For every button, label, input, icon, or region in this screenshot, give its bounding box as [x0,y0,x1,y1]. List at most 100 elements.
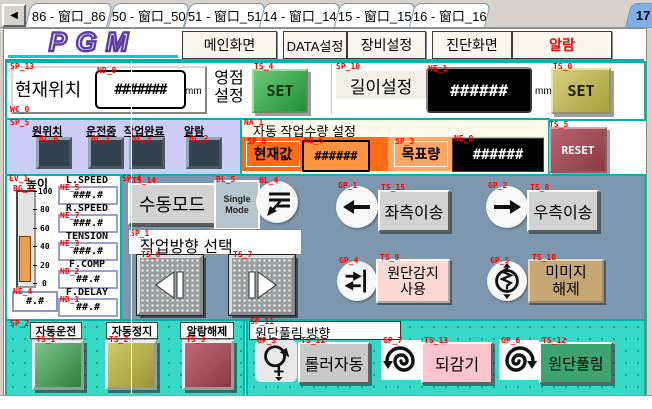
roller-auto-icon [255,340,297,382]
tag-ts7: TS_7 [233,251,252,259]
tag-bl2: BL_2 [189,135,208,143]
pgm-logo: PGM [10,30,176,55]
length-unit: mm [535,86,552,97]
tag-ne5: NE_5 [60,184,79,192]
length-display: ###### [426,67,532,113]
editor-guide-line [131,61,132,394]
tag-sp3: SP_3 [395,138,414,146]
tag-gp6: GP_6 [501,337,520,345]
gauge-tick [33,228,37,229]
gauge-tick [33,209,37,210]
tag-bl3: BL_3 [132,135,151,143]
tag-ts4: TS_4 [254,63,273,71]
tag-sp2: SP_2 [10,320,29,328]
tag-ts13: TS_13 [424,337,448,345]
tag-ts8: TS_8 [530,184,549,192]
gauge-scale-60: 60 [40,224,50,233]
tab-window-51[interactable]: 51 - 窗口_51 [184,3,266,27]
right-feed-icon [486,186,528,228]
menu-equipment-button[interactable]: 장비설정 [347,31,426,59]
length-set-label: 길이설정 [336,71,426,99]
reset-button[interactable]: RESET [549,127,607,173]
tab-window-16[interactable]: 16 - 窗口_16 [409,3,491,27]
gauge-scale-0: 0 [42,279,47,288]
auto-run-button[interactable] [32,340,84,390]
tag-ts11: TS_11 [301,337,325,345]
tag-ne0: NE_0 [454,135,473,143]
gauge-tick [33,265,37,266]
tag-sp13: SP_13 [10,63,34,71]
tag-ts2: TS_2 [109,336,128,344]
gauge-scale-80: 80 [40,205,50,214]
tag-gp4: GP_4 [339,257,358,265]
alarm-clear-button[interactable] [182,340,234,390]
right-window-edge [646,28,652,395]
tag-sp1: SP_1 [130,230,149,238]
tab-scroll-left-icon: ◀ [10,10,18,21]
tag-ts5: TS_5 [549,121,568,129]
tag-ts15: TS_15 [381,184,405,192]
roller-auto-button[interactable]: 롤러자동 [298,342,370,384]
release-icon [487,261,527,301]
tag-na1: NA_1 [244,119,263,127]
gauge-tick [33,191,37,192]
tag-bg1: BG_1 [13,185,32,193]
hmi-editor-screen: { "colors": { "teal_border": "#00b4ac", … [0,0,652,408]
tag-gp2: GP_2 [488,182,507,190]
tag-bl1: BL_1 [91,135,110,143]
tab-window-86[interactable]: 86 - 窗口_86 [25,3,113,27]
menu-data-button[interactable]: DATA설정 [283,31,347,59]
tag-bl4: BL_4 [259,177,278,185]
fabric-sensor-icon [256,181,298,223]
menu-alarm-button[interactable]: 알람 [512,31,612,59]
tag-ts1: TS_1 [36,336,55,344]
manual-mode-button[interactable]: 수동모드 [128,183,216,225]
bottom-strip [0,395,652,409]
release-button[interactable]: 미미지 해제 [528,259,604,303]
tag-nd0: ND_0 [97,67,116,75]
menu-main-button[interactable]: 메인화면 [182,31,277,59]
tag-ts14: TS_14 [132,177,156,185]
tab-window-14[interactable]: 14 - 窗口_14 [259,3,341,27]
menu-diagnosis-button[interactable]: 진단화면 [432,31,512,59]
fabric-detect-button[interactable]: 원단감지 사용 [376,259,450,303]
unwind-button[interactable]: 원단풀림 [539,342,613,384]
tag-ts3: TS_3 [186,336,205,344]
direction-left-button[interactable] [137,255,203,315]
tag-ne6: NE_6 [304,137,323,145]
rewind-button[interactable]: 되감기 [421,342,493,384]
target-qty-display[interactable]: ###### [452,138,544,172]
tag-gp5: GP_5 [490,257,509,265]
tag-ts6: TS_6 [141,251,160,259]
tag-ne3: NE_3 [60,240,79,248]
tag-sp5: SP_5 [10,119,29,127]
gauge-scale-100: 100 [38,187,52,196]
row1-separator [331,64,332,114]
gauge-tick [33,246,37,247]
tag-wc0: WC_0 [10,106,29,114]
tag-ne1: NE_1 [428,65,447,73]
tag-ts0: TS_0 [553,63,572,71]
tag-ne4: NE_4 [13,288,32,296]
tab-scroll-left-button[interactable]: ◀ [2,4,26,27]
current-position-display: ####### [95,70,186,109]
tag-ts10: TS_10 [532,254,556,262]
gauge-tick [33,283,37,284]
tab-window-15[interactable]: 15 - 窗口_15 [334,3,416,27]
current-position-unit: mm [185,86,202,97]
direction-right-button[interactable] [229,255,295,315]
tag-gp1: GP_1 [338,182,357,190]
length-set-button[interactable]: SET [551,68,611,114]
left-feed-button[interactable]: 좌측이송 [378,190,450,232]
tab-window-50[interactable]: 50 - 窗口_50 [108,3,190,27]
tag-gp7: GP_7 [383,337,402,345]
fabric-detect-icon [337,261,377,301]
tag-sp8: SP_8 [247,138,266,146]
zero-set-button[interactable]: SET [252,69,308,113]
gauge-scale-40: 40 [40,242,50,251]
tag-ts12: TS_12 [542,337,566,345]
right-feed-button[interactable]: 우측이송 [527,190,599,232]
tag-bl5: BL_5 [216,176,235,184]
gauge-fill-bar [19,236,31,282]
tag-sp10: SP_10 [336,63,360,71]
